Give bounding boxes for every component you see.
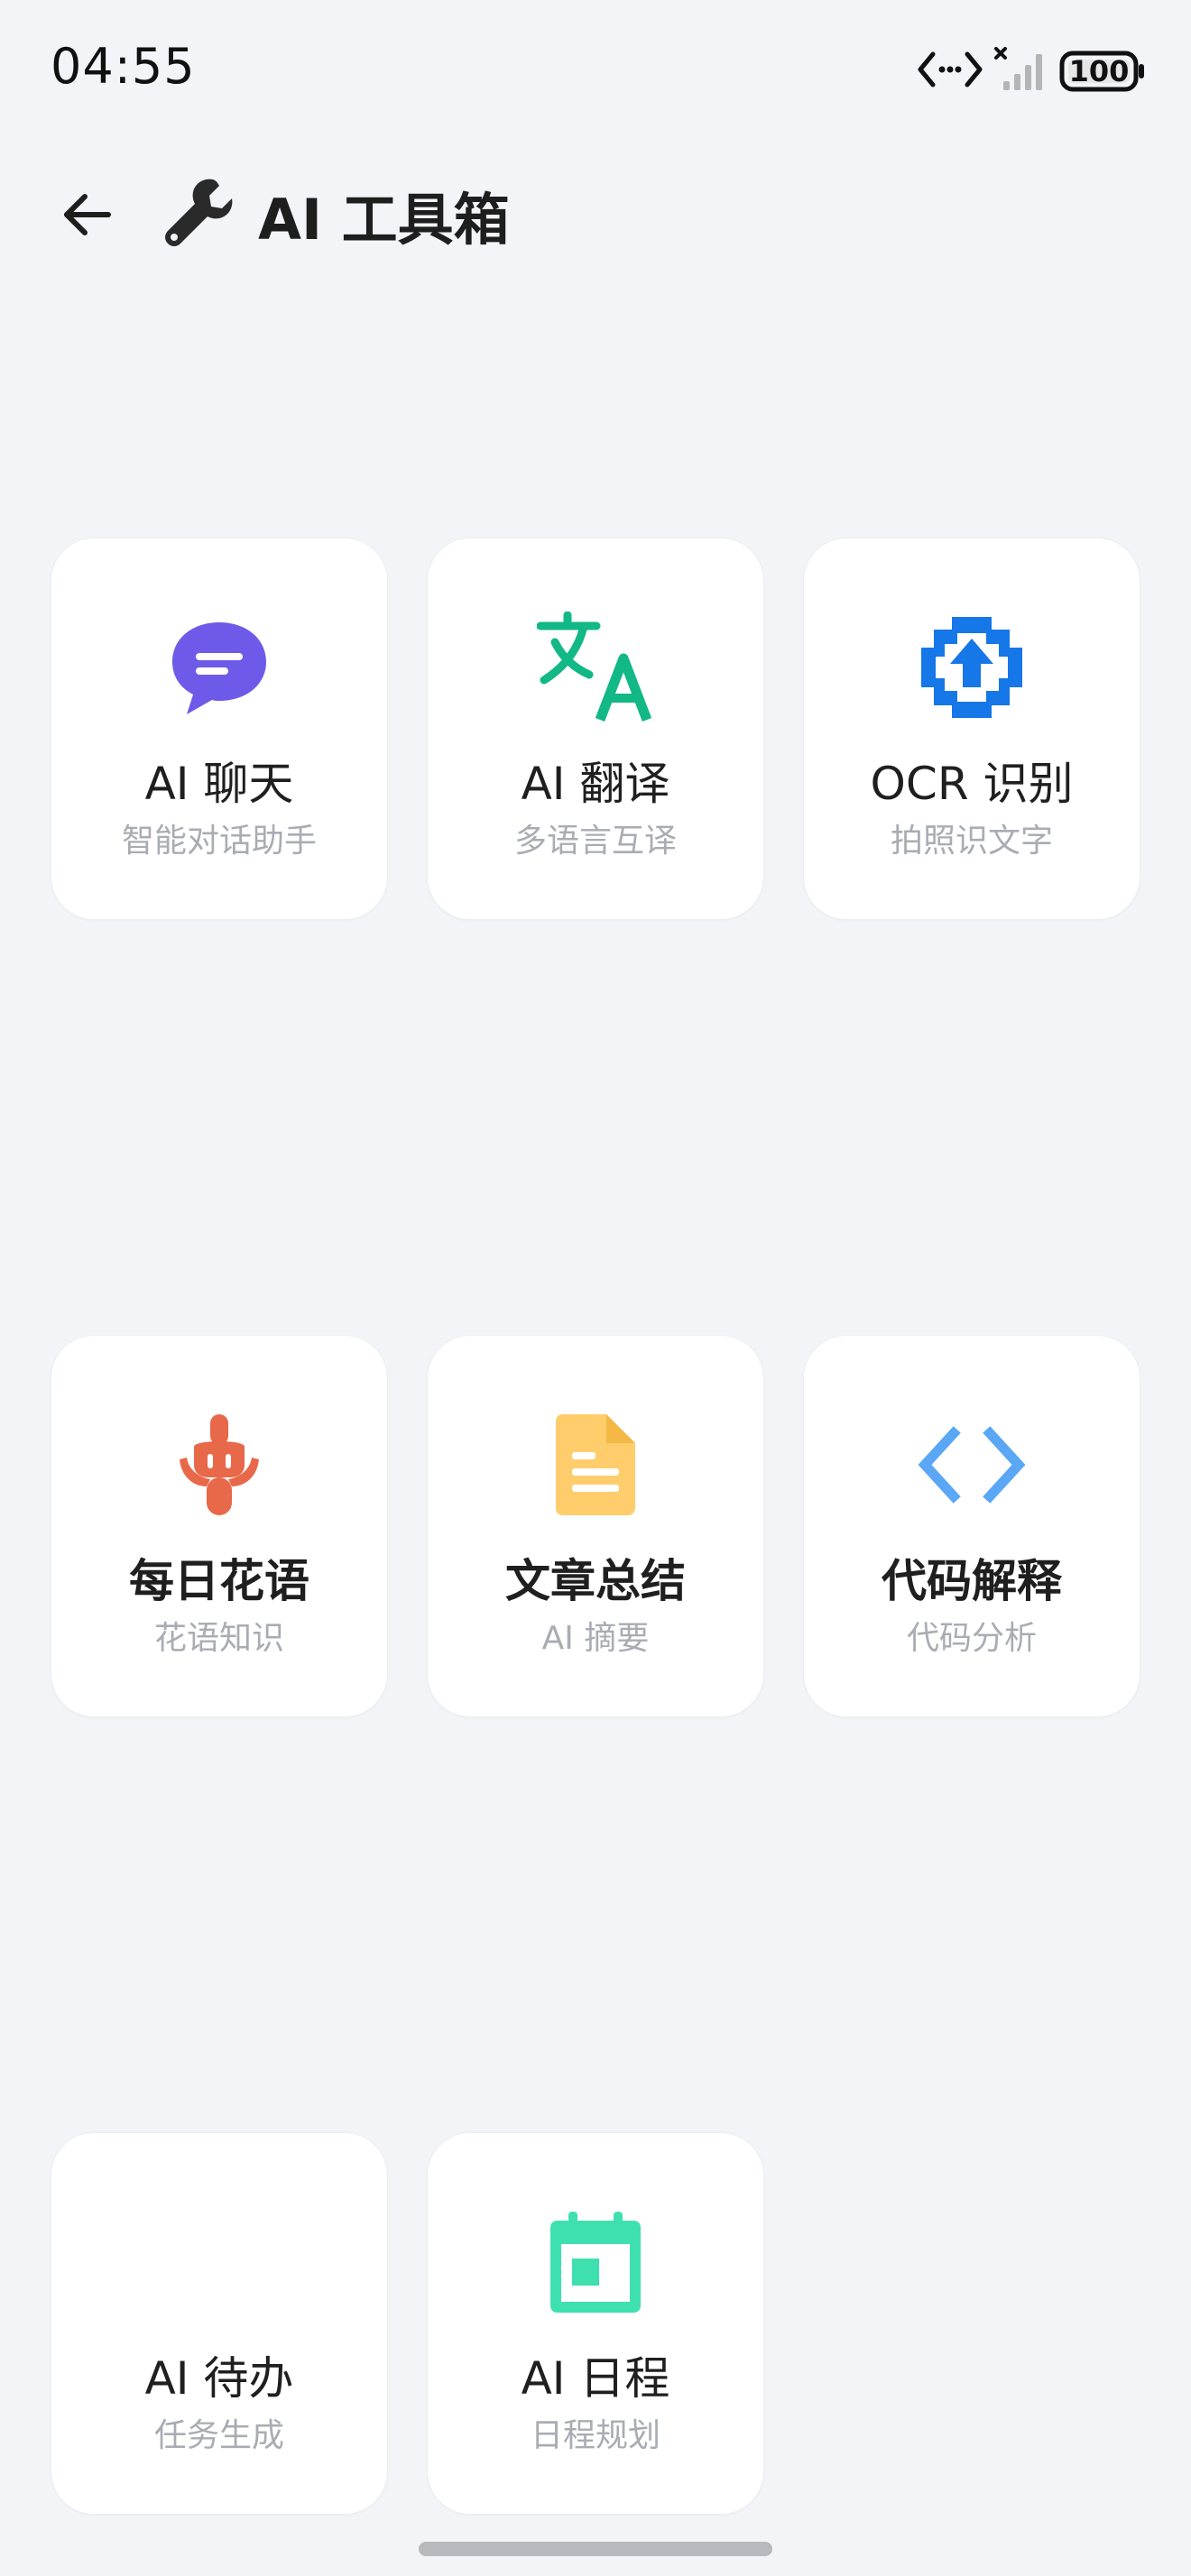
tool-label: 每日花语 xyxy=(129,1555,309,1607)
tool-subtitle: 花语知识 xyxy=(153,1620,284,1657)
tool-card-ai-chat[interactable]: AI 聊天 智能对话助手 xyxy=(51,538,388,920)
code-icon xyxy=(804,1406,1140,1523)
tool-card-code-explain[interactable]: 代码解释 代码分析 xyxy=(803,1335,1140,1717)
battery-level: 100 xyxy=(1068,54,1130,88)
tool-label: AI 聊天 xyxy=(144,758,294,810)
tool-subtitle: 日程规划 xyxy=(530,2417,660,2454)
data-transfer-icon xyxy=(917,47,983,96)
page-title: AI 工具箱 xyxy=(258,187,510,253)
tool-card-ocr[interactable]: OCR 识别 拍照识文字 xyxy=(803,538,1140,920)
translate-icon xyxy=(428,609,763,726)
document-icon xyxy=(428,1406,763,1523)
ocr-scan-icon xyxy=(804,609,1140,726)
signal-icon xyxy=(994,47,1048,96)
wrench-icon xyxy=(161,174,238,255)
tool-subtitle: 多语言互译 xyxy=(513,823,677,860)
tool-card-article-summary[interactable]: 文章总结 AI 摘要 xyxy=(427,1335,764,1717)
tool-subtitle: 代码分析 xyxy=(906,1620,1037,1657)
app-header: AI 工具箱 xyxy=(0,153,1191,271)
todo-icon xyxy=(51,2203,387,2321)
tool-label: AI 日程 xyxy=(521,2352,670,2405)
status-time: 04:55 xyxy=(51,38,196,95)
tool-label: 代码解释 xyxy=(882,1555,1062,1607)
page-title-group: AI 工具箱 xyxy=(161,170,510,260)
tool-subtitle: 任务生成 xyxy=(153,2417,284,2454)
battery-icon: 100 xyxy=(1059,50,1146,93)
tool-card-ai-translate[interactable]: AI 翻译 多语言互译 xyxy=(427,538,764,920)
home-indicator[interactable] xyxy=(419,2542,772,2556)
tool-label: 文章总结 xyxy=(505,1555,686,1607)
tool-label: OCR 识别 xyxy=(870,758,1074,810)
tool-card-ai-schedule[interactable]: AI 日程 日程规划 xyxy=(427,2132,764,2515)
tool-card-daily-flower[interactable]: 每日花语 花语知识 xyxy=(51,1335,388,1717)
tool-label: AI 翻译 xyxy=(521,758,670,810)
tool-subtitle: 拍照识文字 xyxy=(890,823,1053,860)
status-bar: 04:55 100 xyxy=(0,0,1191,135)
status-icons: 100 xyxy=(917,40,1146,103)
chat-bubble-icon xyxy=(51,609,387,726)
flower-icon xyxy=(51,1406,387,1523)
tool-card-ai-todo[interactable]: AI 待办 任务生成 xyxy=(51,2132,388,2515)
tool-subtitle: AI 摘要 xyxy=(541,1620,650,1657)
calendar-icon xyxy=(428,2203,763,2321)
tool-subtitle: 智能对话助手 xyxy=(121,823,317,860)
tool-label: AI 待办 xyxy=(144,2352,294,2405)
arrow-left-icon xyxy=(64,194,111,235)
back-button[interactable] xyxy=(51,179,123,251)
